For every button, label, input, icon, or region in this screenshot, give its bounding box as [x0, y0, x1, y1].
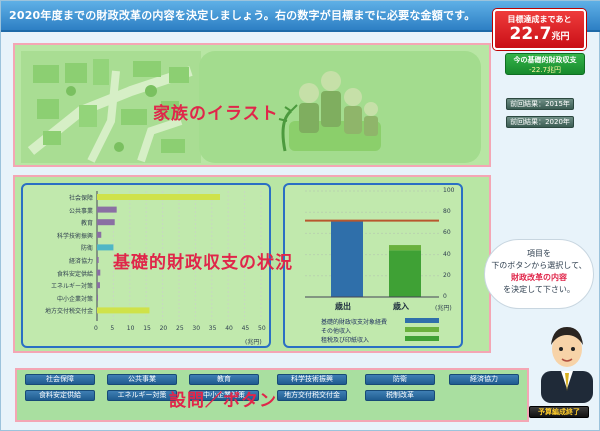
- legend-expenditure-swatch: [405, 318, 439, 323]
- bar-0: [97, 194, 220, 200]
- other-revenue-column: [389, 245, 421, 251]
- bar-1: [97, 206, 117, 213]
- bar-category-label: 教育: [80, 220, 93, 228]
- illustration-panel-label: 家族のイラスト: [153, 104, 279, 124]
- revenue-label: 歳入: [393, 302, 409, 311]
- policy-button-3[interactable]: 科学技術振興: [277, 374, 347, 385]
- bubble-line-1: 項目を: [527, 249, 551, 258]
- bar-9: [97, 307, 150, 314]
- bar-category-label: 公共事業: [68, 207, 93, 215]
- current-balance-box: 今の基礎的財政収支 -22.7兆円: [505, 53, 585, 75]
- illustration-panel: 家族のイラスト: [13, 43, 491, 167]
- bar-chart-tick-label: 5: [110, 325, 115, 332]
- tax-revenue-column: [389, 250, 421, 297]
- column-chart-tick-label: 80: [443, 208, 451, 216]
- question-panel-label: 設問／ボタン: [169, 391, 277, 411]
- column-chart-tick-label: 100: [443, 187, 455, 194]
- bar-chart-tick-label: 30: [192, 325, 201, 332]
- bar-chart-tick-label: 35: [208, 325, 217, 332]
- bar-category-label: 社会保障: [68, 195, 93, 202]
- policy-button-10[interactable]: 税制改革: [365, 390, 435, 401]
- policy-button-6[interactable]: 食料安定供給: [25, 390, 95, 401]
- question-panel: 社会保障 公共事業 教育 科学技術振興 防衛 経済協力 食料安定供給 エネルギー対策 中小企業対…: [15, 368, 529, 422]
- app-window: 2020年度までの財政改革の内容を決定しましょう。右の数字が目標までに必要な金額…: [0, 0, 600, 431]
- bar-category-label: エネルギー対策: [50, 283, 93, 291]
- column-chart-tick-label: 40: [443, 250, 451, 258]
- policy-button-9[interactable]: 地方交付税交付金: [277, 390, 347, 401]
- goal-remaining-box: 目標達成まであと 22.7兆円: [493, 9, 586, 50]
- expenditure-column: [331, 220, 363, 297]
- legend-expenditure-label: 基礎的財政収支対象経費: [321, 319, 388, 326]
- policy-button-4[interactable]: 防衛: [365, 374, 435, 385]
- column-chart-tick-label: 20: [443, 271, 451, 279]
- previous-result-2020-button[interactable]: 前回結果：2020年: [506, 116, 574, 128]
- policy-button-0[interactable]: 社会保障: [25, 374, 95, 385]
- current-balance-value: -22.7兆円: [528, 66, 562, 74]
- instruction-speech-bubble: 項目を 下のボタンから選択して、 財政改革の内容 を決定して下さい。: [484, 239, 594, 309]
- bubble-line-2: 下のボタンから選択して、: [491, 261, 587, 270]
- bar-chart-tick-label: 25: [176, 325, 184, 332]
- goal-value: 22.7兆円: [509, 24, 570, 44]
- bar-chart-tick-label: 20: [159, 325, 168, 332]
- bar-5: [97, 257, 99, 263]
- bubble-line-4: を決定して下さい。: [503, 285, 575, 294]
- previous-result-2015-button[interactable]: 前回結果：2015年: [506, 98, 574, 110]
- bar-category-label: 食料安定供給: [56, 270, 93, 278]
- bar-chart-tick-label: 50: [258, 325, 266, 332]
- bar-category-label: 地方交付税交付金: [44, 308, 93, 316]
- column-chart-unit: (兆円): [435, 305, 452, 312]
- bar-category-label: 中小企業対策: [56, 295, 93, 303]
- bar-category-label: 防衛: [80, 245, 93, 253]
- bar-7: [97, 282, 100, 289]
- bar-2: [97, 219, 115, 226]
- bubble-line-3: 財政改革の内容: [511, 273, 567, 282]
- bar-6: [97, 269, 101, 276]
- expenditure-label: 歳出: [335, 302, 351, 311]
- policy-button-1[interactable]: 公共事業: [107, 374, 177, 385]
- legend-other-revenue-label: その他収入: [321, 328, 352, 335]
- status-panel-label: 基礎的財政収支の状況: [113, 253, 293, 273]
- column-chart-tick-label: 60: [443, 229, 451, 237]
- bar-chart-tick-label: 10: [126, 325, 135, 332]
- guide-person-icon: [537, 319, 597, 403]
- legend-other-revenue-swatch: [405, 327, 439, 332]
- bar-chart-tick-label: 40: [225, 325, 233, 332]
- current-balance-title: 今の基礎的財政収支: [513, 56, 577, 64]
- legend-tax-revenue-label: 租税及び印紙収入: [321, 337, 370, 344]
- finish-budget-button[interactable]: 予算編成終了: [529, 406, 589, 418]
- bar-category-label: 科学技術振興: [56, 232, 93, 240]
- bar-4: [97, 244, 114, 251]
- bar-chart-unit: (兆円): [245, 339, 262, 346]
- bar-category-label: 経済協力: [68, 258, 93, 265]
- policy-button-2[interactable]: 教育: [189, 374, 259, 385]
- bar-chart-tick-label: 15: [143, 325, 151, 332]
- bar-3: [97, 231, 102, 238]
- bar-chart-tick-label: 45: [241, 325, 250, 332]
- legend-tax-revenue-swatch: [405, 336, 439, 341]
- bar-8: [97, 294, 98, 301]
- balance-column-chart: 0 20 40 60 80 100 (兆円) 歳出 歳入 基礎的財政収支対象経費 その他収…: [283, 183, 463, 348]
- bar-chart-tick-label: 0: [94, 325, 98, 332]
- instruction-text: 2020年度までの財政改革の内容を決定しましょう。右の数字が目標までに必要な金額…: [9, 9, 476, 22]
- policy-button-7[interactable]: エネルギー対策: [107, 390, 177, 401]
- column-chart-tick-label: 0: [443, 293, 447, 300]
- policy-button-5[interactable]: 経済協力: [449, 374, 519, 385]
